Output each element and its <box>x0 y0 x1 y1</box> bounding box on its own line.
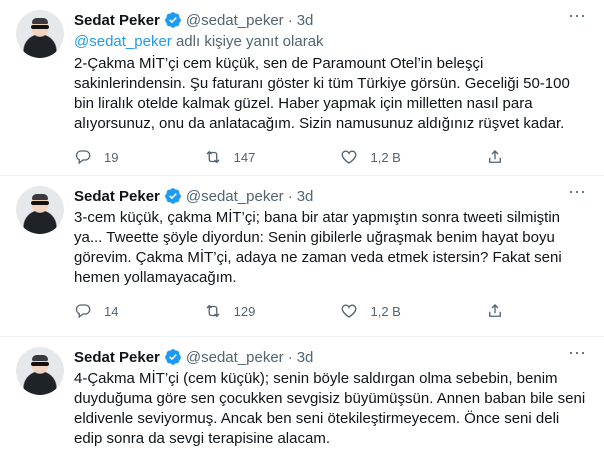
avatar-glasses <box>31 201 49 205</box>
tweet-3[interactable]: Sedat Peker @sedat_peker · 3d 4-Çakma Mİ… <box>0 337 604 463</box>
avatar-glasses <box>31 25 49 29</box>
reply-button[interactable]: 19 <box>74 148 118 166</box>
avatar[interactable] <box>16 10 64 58</box>
tweet-time[interactable]: 3d <box>297 349 314 366</box>
reply-count: 14 <box>104 303 119 319</box>
retweet-count: 147 <box>233 149 256 165</box>
author-name[interactable]: Sedat Peker <box>74 349 160 366</box>
author-name[interactable]: Sedat Peker <box>74 12 160 29</box>
avatar[interactable] <box>16 347 64 395</box>
like-count: 1,2 B <box>370 303 401 319</box>
verified-badge-icon <box>165 12 181 28</box>
tweet-2-left <box>16 176 64 336</box>
tweet-text: 2-Çakma MİT’çi cem küçük, sen de Paramou… <box>74 55 570 132</box>
tweet-time[interactable]: 3d <box>297 12 314 29</box>
tweet-actions: 14 129 1,2 B <box>74 302 504 320</box>
more-icon[interactable]: ··· <box>566 343 588 367</box>
tweet-time[interactable]: 3d <box>297 188 314 205</box>
reply-context: @sedat_peker adlı kişiye yanıt olarak <box>74 32 588 52</box>
retweet-button[interactable]: 129 <box>204 302 256 320</box>
tweet-header: Sedat Peker @sedat_peker · 3d <box>74 347 588 367</box>
reply-icon <box>75 304 91 319</box>
tweet-2-content: Sedat Peker @sedat_peker · 3d 3-cem küçü… <box>74 176 588 336</box>
like-button[interactable]: 1,2 B <box>340 148 401 166</box>
share-button[interactable] <box>486 148 504 166</box>
tweet-3-content: Sedat Peker @sedat_peker · 3d 4-Çakma Mİ… <box>74 337 588 463</box>
author-handle[interactable]: @sedat_peker <box>186 12 284 29</box>
tweet-3-left <box>16 337 64 463</box>
like-icon <box>342 304 357 318</box>
tweet-1-content: Sedat Peker @sedat_peker · 3d @sedat_pek… <box>74 0 588 175</box>
tweet-text: 4-Çakma MİT’çi (cem küçük); senin böyle … <box>74 370 586 447</box>
reply-count: 19 <box>104 149 119 165</box>
like-button[interactable]: 1,2 B <box>340 302 401 320</box>
retweet-icon <box>206 150 220 164</box>
separator-dot: · <box>287 187 293 205</box>
author-handle[interactable]: @sedat_peker <box>186 349 284 366</box>
avatar-hair <box>32 355 48 361</box>
tweet-thread: Sedat Peker @sedat_peker · 3d @sedat_pek… <box>0 0 604 463</box>
tweet-1[interactable]: Sedat Peker @sedat_peker · 3d @sedat_pek… <box>0 0 604 175</box>
tweet-header: Sedat Peker @sedat_peker · 3d <box>74 10 588 30</box>
more-icon[interactable]: ··· <box>566 182 588 206</box>
retweet-count: 129 <box>233 303 256 319</box>
avatar[interactable] <box>16 186 64 234</box>
reply-icon <box>75 150 91 165</box>
avatar-hair <box>32 18 48 24</box>
retweet-icon <box>206 304 220 318</box>
share-button[interactable] <box>486 302 504 320</box>
tweet-header: Sedat Peker @sedat_peker · 3d <box>74 186 588 206</box>
share-icon <box>489 304 501 317</box>
author-handle[interactable]: @sedat_peker <box>186 188 284 205</box>
reply-mention-link[interactable]: @sedat_peker <box>74 33 172 50</box>
tweet-1-left <box>16 0 64 175</box>
verified-badge-icon <box>165 349 181 365</box>
avatar-glasses <box>31 362 49 366</box>
verified-badge-icon <box>165 188 181 204</box>
author-name[interactable]: Sedat Peker <box>74 188 160 205</box>
avatar-hair <box>32 194 48 200</box>
tweet-2[interactable]: Sedat Peker @sedat_peker · 3d 3-cem küçü… <box>0 176 604 336</box>
separator-dot: · <box>287 11 293 29</box>
tweet-actions: 19 147 1,2 B <box>74 148 504 166</box>
separator-dot: · <box>287 348 293 366</box>
more-icon[interactable]: ··· <box>566 6 588 30</box>
share-icon <box>489 150 501 163</box>
reply-context-label: adlı kişiye yanıt olarak <box>171 33 324 50</box>
retweet-button[interactable]: 147 <box>204 148 256 166</box>
reply-button[interactable]: 14 <box>74 302 118 320</box>
tweet-text: 3-cem küçük, çakma MİT’çi; bana bir atar… <box>74 209 562 286</box>
like-icon <box>342 150 357 164</box>
like-count: 1,2 B <box>370 149 401 165</box>
